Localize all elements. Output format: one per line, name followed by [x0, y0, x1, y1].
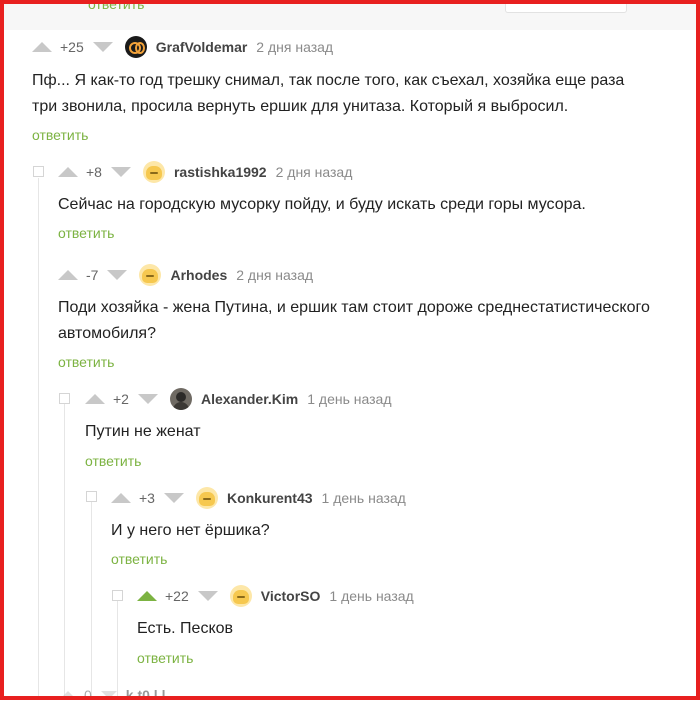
- upvote-arrow-icon[interactable]: [32, 42, 52, 52]
- thread-line: [64, 404, 65, 698]
- comment-text: И у него нет ёршика?: [111, 522, 270, 539]
- upvote-arrow-icon[interactable]: [111, 493, 131, 503]
- comment-rating: +22: [165, 588, 189, 604]
- comment-text: Есть. Песков: [137, 620, 234, 637]
- previous-reply-link[interactable]: ответить: [88, 0, 144, 12]
- avatar[interactable]: [195, 487, 218, 509]
- reply-link[interactable]: ответить: [111, 551, 167, 567]
- downvote-arrow-icon[interactable]: [92, 42, 113, 52]
- comment-username[interactable]: Arhodes: [170, 267, 227, 283]
- collapse-toggle[interactable]: [86, 491, 97, 502]
- comment-rating: +2: [113, 391, 129, 407]
- comment-time: 2 дня назад: [256, 39, 334, 55]
- comment-rating: +8: [86, 164, 102, 180]
- downvote-arrow-icon[interactable]: [137, 394, 158, 404]
- thread-line: [117, 600, 118, 698]
- avatar[interactable]: [229, 585, 252, 607]
- comment-text: Путин не женат: [85, 423, 201, 440]
- comment-text: Поди хозяйка - жена Путина, и ершик там …: [58, 299, 650, 342]
- floating-panel-edge: [505, 4, 627, 13]
- comment-username[interactable]: GrafVoldemar: [156, 39, 248, 55]
- comment-header: +22 VictorSO 1 день назад: [137, 585, 414, 607]
- comment-rating: +25: [60, 39, 84, 55]
- comment-username[interactable]: Alexander.Kim: [201, 391, 298, 407]
- comment-time: 2 дня назад: [236, 267, 314, 283]
- avatar[interactable]: [169, 388, 192, 410]
- comment-text: Сейчас на городскую мусорку пойду, и буд…: [58, 196, 586, 213]
- collapse-toggle[interactable]: [112, 590, 123, 601]
- collapse-toggle[interactable]: [33, 166, 44, 177]
- downvote-arrow-icon[interactable]: [197, 591, 218, 601]
- upvote-arrow-icon[interactable]: [60, 691, 76, 699]
- comment-header: +25 GrafVoldemar 2 дня назад: [32, 36, 333, 58]
- upvote-arrow-icon[interactable]: [58, 270, 78, 280]
- reply-link[interactable]: ответить: [85, 453, 141, 469]
- downvote-arrow-icon[interactable]: [163, 493, 184, 503]
- comment-rating: -7: [86, 267, 99, 283]
- comment-header: +3 Konkurent43 1 день назад: [111, 487, 406, 509]
- comment-time: 2 дня назад: [275, 164, 353, 180]
- reply-link[interactable]: ответить: [137, 650, 193, 666]
- upvote-arrow-icon[interactable]: [85, 394, 105, 404]
- comment-header: -7 Arhodes 2 дня назад: [58, 264, 313, 286]
- comment-username[interactable]: VictorSO: [261, 588, 321, 604]
- comment-username[interactable]: rastishka1992: [174, 164, 267, 180]
- upvote-arrow-icon[interactable]: [137, 591, 157, 601]
- downvote-arrow-icon[interactable]: [100, 691, 117, 699]
- thread-line: [91, 502, 92, 698]
- comment-time: 1 день назад: [329, 588, 414, 604]
- comment-header: +2 Alexander.Kim 1 день назад: [85, 388, 392, 410]
- avatar[interactable]: [124, 36, 147, 58]
- comment-time: 1 день назад: [321, 490, 406, 506]
- reply-link[interactable]: ответить: [32, 127, 88, 143]
- thread-line: [38, 178, 39, 698]
- comment-time: 1 день назад: [307, 391, 392, 407]
- comment-header: +8 rastishka1992 2 дня назад: [58, 161, 352, 183]
- upvote-arrow-icon[interactable]: [58, 167, 78, 177]
- collapse-toggle[interactable]: [59, 393, 70, 404]
- comment-username[interactable]: k t0 l l: [126, 687, 166, 703]
- comment-rating: +3: [139, 490, 155, 506]
- comment-username[interactable]: Konkurent43: [227, 490, 313, 506]
- downvote-arrow-icon[interactable]: [107, 270, 128, 280]
- downvote-arrow-icon[interactable]: [110, 167, 131, 177]
- comment-rating: 0: [84, 687, 92, 703]
- reply-link[interactable]: ответить: [58, 354, 114, 370]
- reply-link[interactable]: ответить: [58, 225, 114, 241]
- avatar[interactable]: [139, 264, 162, 286]
- comment-text: Пф... Я как-то год трешку снимал, так по…: [32, 72, 625, 115]
- avatar[interactable]: [142, 161, 165, 183]
